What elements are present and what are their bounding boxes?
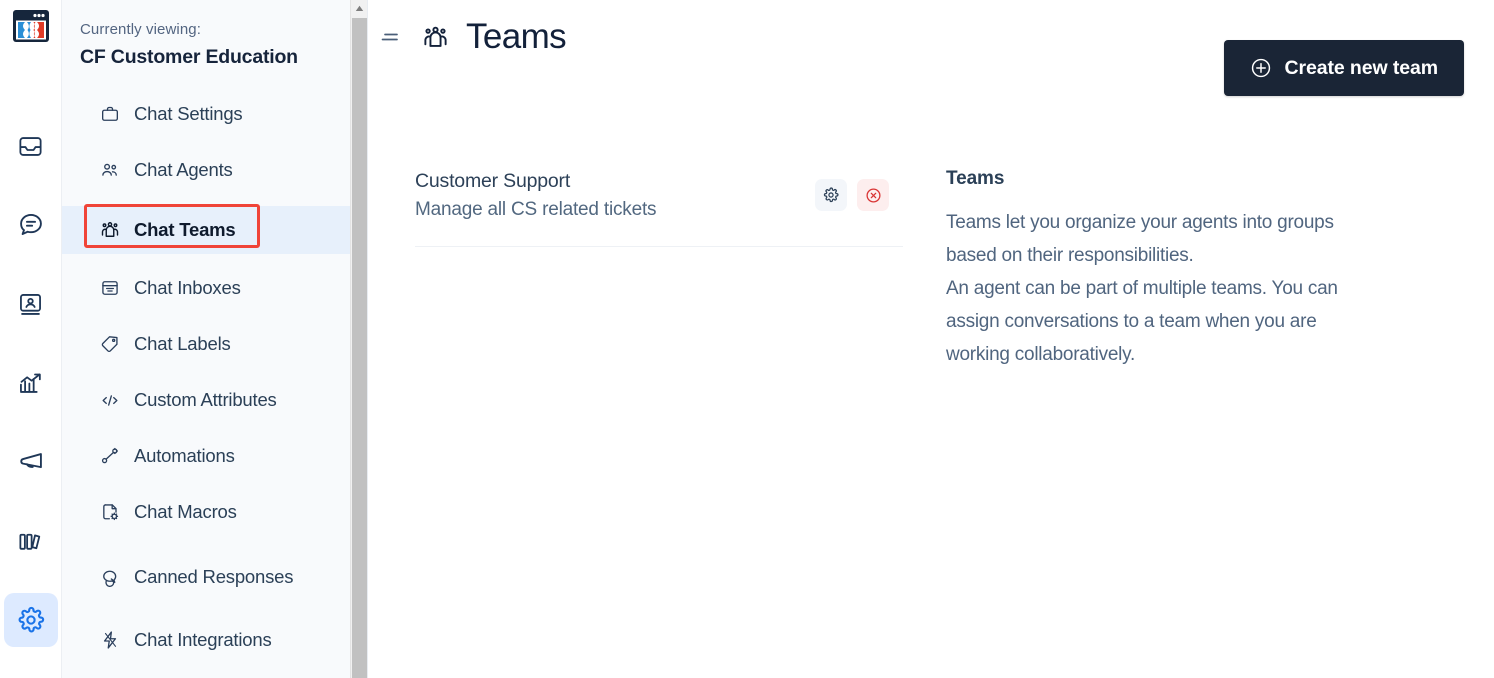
rail-reports[interactable] (4, 356, 58, 410)
app-root: Currently viewing: CF Customer Education… (0, 0, 1494, 678)
sidebar-item-label: Chat Inboxes (134, 277, 241, 298)
team-description: Manage all CS related tickets (415, 199, 657, 220)
chevron-up-icon (355, 5, 364, 11)
rail-campaigns[interactable] (4, 435, 58, 489)
rail-inbox[interactable] (4, 119, 58, 173)
app-logo-icon (12, 10, 49, 42)
sidebar-item-label: Chat Agents (134, 159, 233, 180)
sidebar-item-automations[interactable]: Automations (62, 436, 350, 476)
account-name: CF Customer Education (80, 46, 298, 68)
teams-group-icon (100, 220, 120, 240)
team-info: Customer Support Manage all CS related t… (415, 166, 657, 224)
sidebar-item-chat-macros[interactable]: Chat Macros (62, 492, 350, 532)
campaigns-megaphone-icon (19, 453, 42, 469)
team-row-actions (815, 179, 889, 211)
macro-gear-icon (100, 502, 120, 522)
sidebar-scroll-region: Currently viewing: CF Customer Education… (62, 0, 350, 678)
sidebar-item-chat-teams[interactable]: Chat Teams (62, 204, 350, 254)
sidebar-item-label: Chat Integrations (134, 629, 272, 650)
sidebar-item-label: Chat Settings (134, 103, 243, 124)
automation-node-icon (100, 446, 120, 466)
teams-group-icon (420, 22, 450, 52)
plus-circle-icon (1250, 57, 1272, 79)
sidebar-item-label: Custom Attributes (134, 389, 277, 410)
rail-contacts[interactable] (4, 277, 58, 331)
table-row[interactable]: Customer Support Manage all CS related t… (415, 166, 903, 247)
sidebar-menu: Chat Settings Chat Agents Chat Teams Cha… (62, 94, 350, 660)
gear-icon (823, 187, 839, 203)
info-panel-title: Teams (946, 168, 1005, 189)
teams-info-panel: Teams Teams let you organize your agents… (906, 166, 1376, 371)
team-settings-button[interactable] (815, 179, 847, 211)
settings-sidebar: Currently viewing: CF Customer Education… (62, 0, 368, 678)
app-logo[interactable] (12, 9, 50, 43)
page-title: Teams (466, 17, 567, 56)
team-name: Customer Support (415, 170, 571, 192)
teams-list: Customer Support Manage all CS related t… (368, 166, 906, 371)
rail-icon-list (3, 119, 58, 647)
hamburger-icon[interactable] (378, 24, 404, 50)
delete-circle-icon (865, 187, 881, 203)
teams-content: Customer Support Manage all CS related t… (368, 58, 1494, 371)
team-delete-button[interactable] (857, 179, 889, 211)
sidebar-item-label: Automations (134, 445, 235, 466)
primary-nav-rail (0, 0, 62, 678)
sidebar-item-chat-settings[interactable]: Chat Settings (62, 94, 350, 134)
gear-icon (18, 606, 44, 633)
rail-conversations[interactable] (4, 198, 58, 252)
inbox-icon (19, 136, 42, 156)
inbox-tray-icon (100, 278, 120, 298)
sidebar-item-label: Chat Labels (134, 333, 231, 354)
sidebar-scrollbar[interactable] (350, 0, 367, 678)
currently-viewing-label: Currently viewing: (80, 21, 202, 38)
library-books-icon (19, 533, 41, 550)
briefcase-icon (100, 104, 120, 124)
contacts-icon (20, 293, 41, 315)
main-content: Teams Create new team Customer Support M… (368, 0, 1494, 678)
sidebar-account-header: Currently viewing: CF Customer Education (62, 0, 350, 70)
chat-bubble-icon (19, 214, 42, 235)
sidebar-item-custom-attributes[interactable]: Custom Attributes (62, 380, 350, 420)
info-panel-paragraph-1: Teams let you organize your agents into … (946, 212, 1334, 266)
scrollbar-thumb[interactable] (352, 18, 367, 678)
scroll-up-arrow-icon[interactable] (351, 0, 367, 17)
sidebar-item-label: Chat Teams (134, 219, 236, 240)
sidebar-item-label: Canned Responses (134, 566, 294, 587)
rail-settings[interactable] (3, 593, 58, 647)
sidebar-item-chat-agents[interactable]: Chat Agents (62, 150, 350, 190)
info-panel-paragraph-2: An agent can be part of multiple teams. … (946, 278, 1338, 365)
sidebar-item-chat-integrations[interactable]: Chat Integrations (62, 620, 350, 660)
tag-icon (100, 334, 120, 354)
lightning-bolt-icon (100, 630, 120, 650)
create-new-team-button[interactable]: Create new team (1223, 40, 1464, 96)
reports-chart-icon (20, 373, 41, 393)
sidebar-item-chat-inboxes[interactable]: Chat Inboxes (62, 268, 350, 308)
create-new-team-label: Create new team (1284, 56, 1439, 79)
sidebar-item-canned-responses[interactable]: Canned Responses (62, 548, 350, 606)
sidebar-item-label: Chat Macros (134, 501, 237, 522)
agents-people-icon (100, 160, 120, 180)
canned-chat-icon (100, 567, 120, 587)
rail-library[interactable] (4, 514, 58, 568)
code-brackets-icon (100, 390, 120, 410)
sidebar-item-chat-labels[interactable]: Chat Labels (62, 324, 350, 364)
